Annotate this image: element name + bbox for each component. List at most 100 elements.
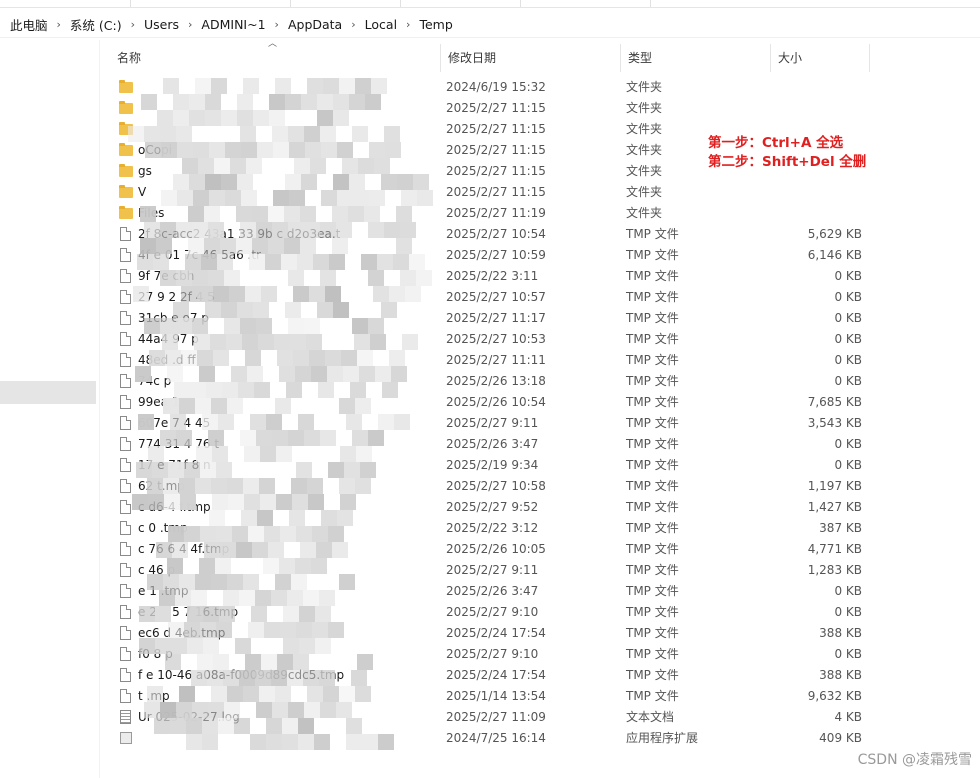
chevron-right-icon[interactable]: › <box>183 18 197 31</box>
file-row[interactable]: 27 9 2 2f 4 5 2025/2/27 10:57 TMP 文件 0 KB <box>100 287 980 308</box>
chevron-right-icon[interactable]: › <box>401 18 415 31</box>
column-header-date[interactable]: 修改日期 <box>440 44 620 72</box>
folder-icon <box>119 185 133 198</box>
file-size: 0 KB <box>834 647 862 661</box>
file-row[interactable]: c 46 p 2025/2/27 9:11 TMP 文件 1,283 KB <box>100 560 980 581</box>
file-date: 2025/2/26 13:18 <box>446 374 546 388</box>
file-name: gs <box>138 164 152 178</box>
file-name: oCopi <box>138 143 173 157</box>
file-type: TMP 文件 <box>626 689 679 703</box>
file-row[interactable]: 31cb e o7 p 2025/2/27 11:17 TMP 文件 0 KB <box>100 308 980 329</box>
file-name: 48ed .d ff <box>138 353 196 367</box>
file-icon <box>120 458 131 472</box>
file-row[interactable]: f0 8 p 2025/2/27 9:10 TMP 文件 0 KB <box>100 644 980 665</box>
ribbon-separator <box>650 0 651 7</box>
file-row-icon-cell <box>119 707 133 728</box>
file-size: 5,629 KB <box>807 227 862 241</box>
chevron-right-icon[interactable]: › <box>346 18 360 31</box>
file-row[interactable]: c 0 .tmp 2025/2/22 3:12 TMP 文件 387 KB <box>100 518 980 539</box>
file-type: TMP 文件 <box>626 563 679 577</box>
column-header-size[interactable]: 大小 <box>770 44 870 72</box>
file-name: t .mp <box>138 689 170 703</box>
breadcrumb-user-folder[interactable]: ADMINI~1 <box>197 17 269 32</box>
file-row[interactable]: 99ea 1 2025/2/26 10:54 TMP 文件 7,685 KB <box>100 392 980 413</box>
file-row[interactable]: 2025/2/27 11:15 文件夹 <box>100 98 980 119</box>
file-date: 2025/2/27 11:15 <box>446 185 546 199</box>
file-row[interactable]: 2024/6/19 15:32 文件夹 <box>100 77 980 98</box>
file-row[interactable]: 4f e 01 7c 46 5a6 .tr 2025/2/27 10:59 TMP … <box>100 245 980 266</box>
file-type: TMP 文件 <box>626 584 679 598</box>
file-row[interactable]: c d6-4 f.tmp 2025/2/27 9:52 TMP 文件 1,427 KB <box>100 497 980 518</box>
file-type: 文件夹 <box>626 101 663 115</box>
file-row-icon-cell <box>119 623 133 644</box>
file-type: TMP 文件 <box>626 374 679 388</box>
file-row[interactable]: ec6 d 4eb.tmp 2025/2/24 17:54 TMP 文件 388 KB <box>100 623 980 644</box>
file-row[interactable]: e 1 .tmp 2025/2/26 3:47 TMP 文件 0 KB <box>100 581 980 602</box>
file-row[interactable]: Files 2025/2/27 11:19 文件夹 <box>100 203 980 224</box>
file-type: TMP 文件 <box>626 248 679 262</box>
breadcrumb-temp[interactable]: Temp <box>415 17 456 32</box>
watermark: CSDN @凌霜残雪 <box>857 752 972 768</box>
file-row[interactable]: 44a4 97 p 2025/2/27 10:53 TMP 文件 0 KB <box>100 329 980 350</box>
file-date: 2025/2/24 17:54 <box>446 626 546 640</box>
file-row[interactable]: 74c p 2025/2/26 13:18 TMP 文件 0 KB <box>100 371 980 392</box>
file-date: 2025/2/27 11:15 <box>446 122 546 136</box>
breadcrumb-this-pc[interactable]: 此电脑 <box>6 15 52 34</box>
file-size: 4,771 KB <box>807 542 862 556</box>
file-type: TMP 文件 <box>626 542 679 556</box>
file-row-icon-cell <box>119 518 133 539</box>
file-name: c 76 6 4 4f.tmp <box>138 542 230 556</box>
file-row[interactable]: c 76 6 4 4f.tmp 2025/2/26 10:05 TMP 文件 4,77… <box>100 539 980 560</box>
file-date: 2025/2/22 3:11 <box>446 269 539 283</box>
breadcrumb-system-drive[interactable]: 系统 (C:) <box>66 15 126 34</box>
file-type: TMP 文件 <box>626 626 679 640</box>
file-type: TMP 文件 <box>626 290 679 304</box>
column-header-type[interactable]: 类型 <box>620 44 770 72</box>
file-row-icon-cell <box>119 77 133 98</box>
file-row[interactable]: 48ed .d ff 2025/2/27 11:11 TMP 文件 0 KB <box>100 350 980 371</box>
annotation-step-1: 第一步：Ctrl+A 全选 <box>708 135 844 151</box>
file-row[interactable]: Ur 025-02-27.log 2025/2/27 11:09 文本文档 4 KB <box>100 707 980 728</box>
file-date: 2025/2/27 11:11 <box>446 353 546 367</box>
file-row[interactable]: 2024/7/25 16:14 应用程序扩展 409 KB <box>100 728 980 749</box>
file-date: 2025/2/27 9:10 <box>446 605 539 619</box>
file-name: 17 e 71f 8 n <box>138 458 211 472</box>
column-header-name[interactable]: 名称 <box>110 44 440 72</box>
file-type: TMP 文件 <box>626 521 679 535</box>
file-row[interactable]: f e 10-46 a08a-f0009d89cdc5.tmp 2025/2/24… <box>100 665 980 686</box>
file-row[interactable]: 607e 7 4 45 2025/2/27 9:11 TMP 文件 3,543 KB <box>100 413 980 434</box>
chevron-right-icon[interactable]: › <box>126 18 140 31</box>
file-size: 0 KB <box>834 437 862 451</box>
file-name: f e 10-46 a08a-f0009d89cdc5.tmp <box>138 668 345 682</box>
file-icon <box>120 269 131 283</box>
navigation-pane[interactable] <box>0 40 99 778</box>
file-row[interactable]: 62 t.mp 2025/2/27 10:58 TMP 文件 1,197 KB <box>100 476 980 497</box>
folder-icon <box>119 206 133 219</box>
breadcrumb-users[interactable]: Users <box>140 17 183 32</box>
file-icon <box>120 689 131 703</box>
file-icon <box>120 332 131 346</box>
file-row[interactable]: 774 31 4 76 t 2025/2/26 3:47 TMP 文件 0 KB <box>100 434 980 455</box>
file-name: 74c p <box>138 374 172 388</box>
nav-selected-item[interactable] <box>0 381 96 404</box>
file-row-icon-cell <box>119 392 133 413</box>
file-row[interactable]: t .mp 2025/1/14 13:54 TMP 文件 9,632 KB <box>100 686 980 707</box>
file-date: 2025/2/27 9:52 <box>446 500 539 514</box>
chevron-right-icon[interactable]: › <box>52 18 66 31</box>
file-row[interactable]: 2f 8c-acc2 43a1 33 9b c d2o3ea.t 2025/2/2… <box>100 224 980 245</box>
file-name: 99ea 1 <box>138 395 180 409</box>
file-icon <box>120 479 131 493</box>
file-list[interactable]: 2024/6/19 15:32 文件夹 2025/2/27 11:15 文件夹 2025… <box>100 77 980 749</box>
file-row[interactable]: e 2 4 5 7 16.tmp 2025/2/27 9:10 TMP 文件 0 KB <box>100 602 980 623</box>
file-row[interactable]: 9f 7e cbh 2025/2/22 3:11 TMP 文件 0 KB <box>100 266 980 287</box>
file-name: 62 t.mp <box>138 479 185 493</box>
file-date: 2025/2/27 9:10 <box>446 647 539 661</box>
breadcrumb-local[interactable]: Local <box>361 17 401 32</box>
file-name <box>138 77 428 98</box>
file-row-icon-cell <box>119 266 133 287</box>
instruction-annotation: 第一步：Ctrl+A 全选 第二步：Shift+Del 全删 <box>708 134 866 172</box>
chevron-right-icon[interactable]: › <box>270 18 284 31</box>
file-row[interactable]: V 2025/2/27 11:15 文件夹 <box>100 182 980 203</box>
breadcrumb-appdata[interactable]: AppData <box>284 17 346 32</box>
file-row[interactable]: 17 e 71f 8 n 2025/2/19 9:34 TMP 文件 0 KB <box>100 455 980 476</box>
